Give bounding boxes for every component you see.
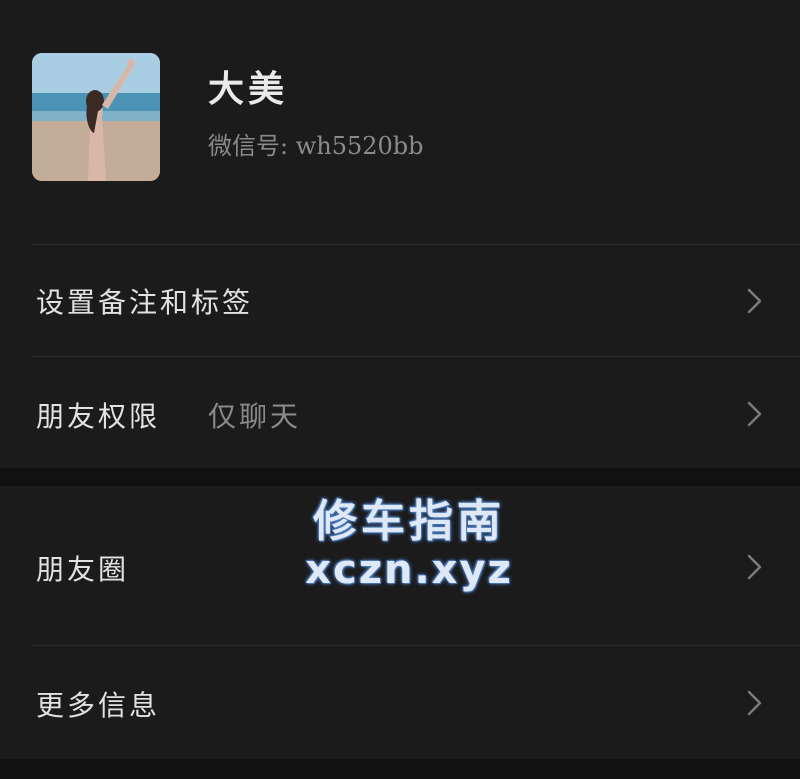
section-gap <box>0 759 800 779</box>
avatar[interactable] <box>32 53 160 181</box>
moments-row[interactable]: 朋友圈 <box>0 486 800 645</box>
chevron-right-icon <box>747 401 762 427</box>
avatar-photo <box>32 53 160 181</box>
more-info-row[interactable]: 更多信息 <box>0 646 800 759</box>
profile-header[interactable]: 大美 微信号: wh5520bb <box>0 0 800 244</box>
section-gap <box>0 468 800 486</box>
contact-name: 大美 <box>208 68 289 110</box>
friend-permission-row[interactable]: 朋友权限 仅聊天 <box>0 357 800 468</box>
chevron-right-icon <box>747 554 762 580</box>
row-label: 朋友圈 <box>36 553 130 586</box>
row-label: 设置备注和标签 <box>36 286 254 319</box>
row-value: 仅聊天 <box>208 400 302 433</box>
chevron-right-icon <box>747 690 762 716</box>
wechat-id: 微信号: wh5520bb <box>208 132 424 160</box>
set-remark-and-tags-row[interactable]: 设置备注和标签 <box>0 245 800 356</box>
chevron-right-icon <box>747 288 762 314</box>
row-label: 朋友权限 <box>36 400 161 433</box>
row-label: 更多信息 <box>36 689 161 722</box>
